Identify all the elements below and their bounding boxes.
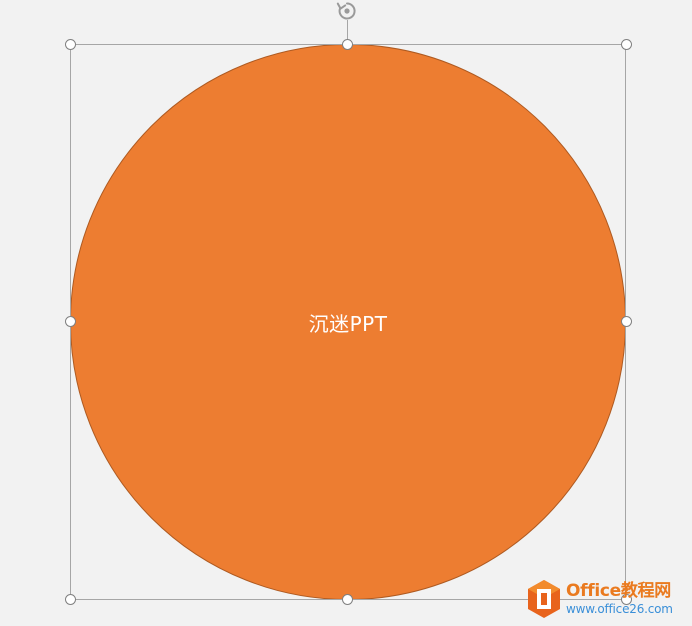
resize-handle-bottom-left-icon[interactable] <box>65 594 76 605</box>
circle-shape[interactable]: 沉迷PPT <box>70 44 626 600</box>
resize-handle-top-right-icon[interactable] <box>621 39 632 50</box>
watermark-title: Office教程网 <box>566 581 671 601</box>
rotate-icon[interactable] <box>336 0 358 22</box>
watermark-url: www.office26.com <box>566 602 673 616</box>
resize-handle-middle-left-icon[interactable] <box>65 316 76 327</box>
watermark: Office教程网 www.office26.com <box>527 576 692 622</box>
shape-text[interactable]: 沉迷PPT <box>309 308 388 337</box>
slide-canvas: 沉迷PPT Office教程网 www.office26.com <box>0 0 692 626</box>
resize-handle-bottom-center-icon[interactable] <box>342 594 353 605</box>
office-logo-icon <box>528 580 560 618</box>
resize-handle-middle-right-icon[interactable] <box>621 316 632 327</box>
resize-handle-top-center-icon[interactable] <box>342 39 353 50</box>
resize-handle-top-left-icon[interactable] <box>65 39 76 50</box>
